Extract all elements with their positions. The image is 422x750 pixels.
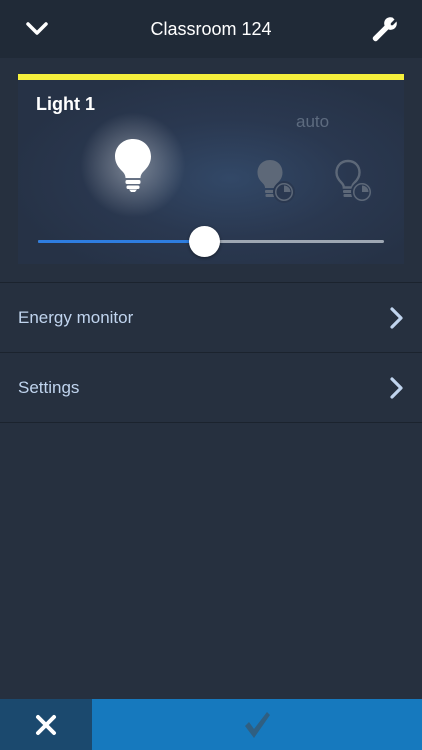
confirm-button[interactable] [92, 699, 422, 750]
light-name: Light 1 [36, 94, 95, 114]
light-on-button[interactable] [80, 112, 186, 218]
lightbulb-auto-outline-icon [335, 159, 373, 203]
light-control-panel: Light 1 auto [18, 74, 404, 264]
light-auto-button[interactable] [256, 158, 298, 206]
settings-button[interactable] [356, 0, 414, 58]
menu-item-label: Energy monitor [18, 308, 134, 327]
slider-thumb[interactable] [189, 226, 221, 257]
top-bar: Classroom 124 [0, 0, 422, 58]
menu-item-label: Settings [18, 378, 80, 397]
page-title: Classroom 124 [150, 19, 272, 39]
accent-bar [18, 74, 404, 80]
slider-fill [38, 240, 205, 243]
menu-item-energy-monitor[interactable]: Energy monitor [0, 284, 422, 352]
cancel-button[interactable] [0, 699, 92, 750]
chevron-right-icon [390, 307, 403, 329]
divider [0, 422, 422, 423]
checkmark-icon [245, 711, 270, 738]
light-auto-off-button[interactable] [334, 158, 376, 206]
back-button[interactable] [8, 0, 66, 58]
lightbulb-on-icon [115, 139, 151, 192]
divider [0, 352, 422, 353]
close-icon [36, 714, 56, 735]
brightness-slider[interactable] [38, 226, 384, 257]
wrench-icon [372, 17, 397, 42]
chevron-right-icon [390, 377, 403, 399]
divider [0, 282, 422, 283]
chevron-down-icon [26, 22, 48, 35]
action-bar [0, 699, 422, 750]
auto-label: auto [296, 112, 330, 131]
lightbulb-auto-icon [257, 160, 295, 203]
menu-item-settings[interactable]: Settings [0, 354, 422, 422]
